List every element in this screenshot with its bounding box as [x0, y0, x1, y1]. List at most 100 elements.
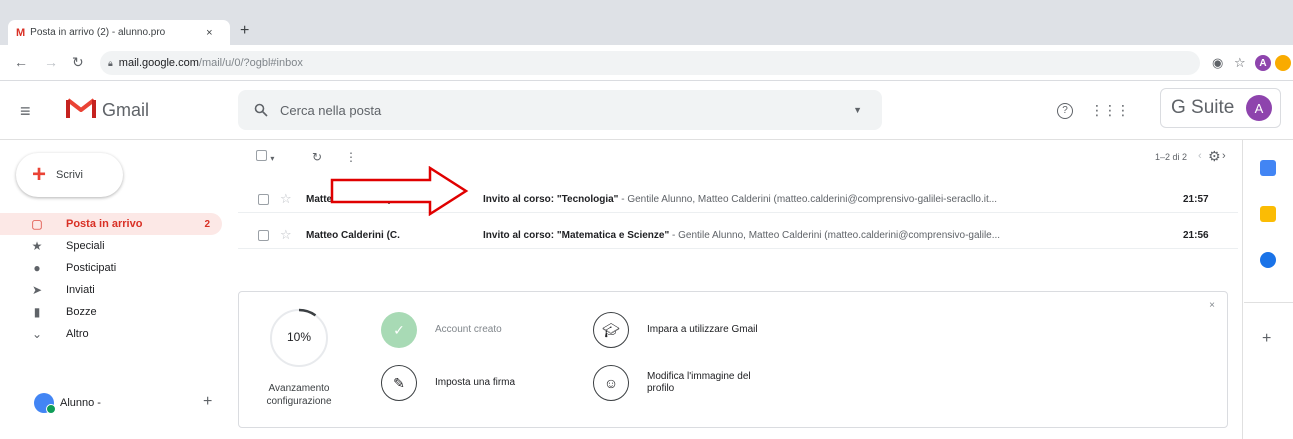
clock-icon: ●: [33, 261, 41, 275]
task-label: Modifica l'immagine del profilo: [647, 371, 751, 394]
tab-close-icon[interactable]: ×: [206, 27, 212, 39]
search-bar[interactable]: Cerca nella posta ▼: [238, 90, 882, 130]
lock-icon: 🔒︎: [108, 57, 113, 68]
compose-button[interactable]: + Scrivi: [16, 153, 123, 197]
task-learn-gmail[interactable]: 🎓︎ Impara a utilizzare Gmail: [593, 312, 777, 348]
apps-grid-icon[interactable]: ⋮⋮⋮: [1090, 102, 1130, 119]
send-icon: ➤: [31, 283, 43, 297]
row-star-icon[interactable]: ☆: [280, 227, 292, 243]
user-avatar: [34, 393, 56, 414]
email-snippet: - Gentile Alunno, Matteo Calderini (matt…: [669, 230, 1001, 241]
new-tab-button[interactable]: +: [240, 22, 249, 40]
tab-title: Posta in arrivo (2) - alunno.pro: [30, 27, 166, 38]
search-icon[interactable]: [254, 103, 268, 117]
pencil-icon: ✎: [381, 365, 417, 401]
chevron-down-icon: ⌄: [31, 327, 43, 341]
sidebar-item-label: Inviati: [66, 284, 95, 296]
compose-label: Scrivi: [56, 169, 83, 181]
user-label: Alunno -: [60, 397, 101, 409]
settings-icon[interactable]: ⚙: [1208, 148, 1221, 165]
pagination-text: 1–2 di 2: [1155, 152, 1188, 162]
progress-label: Avanzamento configurazione: [266, 383, 332, 407]
draft-icon: ▮: [33, 305, 41, 319]
sidebar-item-label: Altro: [66, 328, 89, 340]
more-options-icon[interactable]: ⋮: [345, 150, 357, 164]
sidebar-item-label: Posticipati: [66, 262, 117, 274]
calendar-icon[interactable]: [1260, 160, 1276, 176]
search-input[interactable]: Cerca nella posta: [280, 103, 381, 118]
task-set-signature[interactable]: ✎ Imposta una firma: [381, 365, 565, 401]
sidebar-item-inbox[interactable]: ▢ Posta in arrivo 2: [0, 213, 222, 235]
sidebar-item-snoozed[interactable]: ● Posticipati: [0, 257, 230, 279]
keep-icon[interactable]: [1260, 206, 1276, 222]
gsuite-account-button[interactable]: G Suite A: [1160, 88, 1281, 128]
main-menu-icon[interactable]: ≡: [20, 101, 31, 122]
sidebar-item-sent[interactable]: ➤ Inviati: [0, 279, 230, 301]
sidebar-item-starred[interactable]: ★ Speciali: [0, 235, 230, 257]
gmail-favicon-icon: M: [16, 26, 26, 39]
email-time: 21:56: [1183, 230, 1209, 241]
browser-tab[interactable]: M Posta in arrivo (2) - alunno.pro ×: [8, 20, 230, 45]
email-row[interactable]: ☆ Matteo Calderini (C. Invito al corso: …: [238, 222, 1238, 249]
forward-icon[interactable]: →: [44, 54, 58, 70]
gmail-logo-icon[interactable]: [66, 96, 96, 120]
sidebar-item-drafts[interactable]: ▮ Bozze: [0, 301, 230, 323]
sidebar-item-more[interactable]: ⌄ Altro: [0, 323, 230, 345]
reload-icon[interactable]: ↻: [72, 54, 84, 71]
sidebar-item-label: Speciali: [66, 240, 105, 252]
email-subject-line: Invito al corso: "Matematica e Scienze" …: [483, 230, 1133, 241]
sidebar-item-label: Posta in arrivo: [66, 218, 143, 230]
compose-plus-icon: +: [32, 161, 47, 188]
task-change-profile-image[interactable]: ☺ Modifica l'immagine del profilo: [593, 365, 777, 401]
email-subject: Invito al corso: "Tecnologia": [483, 194, 619, 205]
eye-icon[interactable]: ◉: [1212, 55, 1223, 71]
graduation-cap-icon: 🎓︎: [593, 312, 629, 348]
close-card-icon[interactable]: ×: [1209, 300, 1215, 311]
annotation-arrow: [330, 166, 469, 216]
star-icon: ★: [31, 239, 43, 253]
task-label: Impara a utilizzare Gmail: [647, 324, 758, 335]
gsuite-label: G Suite: [1171, 97, 1235, 118]
url-host: mail.google.com: [118, 57, 199, 69]
back-icon[interactable]: ←: [14, 54, 28, 70]
progress-percent: 10%: [286, 330, 312, 344]
next-page-icon[interactable]: ›: [1222, 150, 1226, 162]
side-panel-divider: [1244, 302, 1293, 303]
search-options-icon[interactable]: ▼: [853, 105, 862, 115]
prev-page-icon[interactable]: ‹: [1198, 150, 1202, 162]
setup-progress-card: 10% Avanzamento configurazione × ✓ Accou…: [238, 291, 1228, 428]
add-contact-button[interactable]: +: [203, 393, 212, 411]
app-name[interactable]: Gmail: [102, 100, 149, 121]
hangouts-user[interactable]: Alunno -: [34, 393, 101, 414]
add-addon-icon[interactable]: +: [1262, 330, 1271, 348]
profile-avatar[interactable]: A: [1255, 55, 1271, 71]
select-all-checkbox[interactable]: ▾: [256, 150, 274, 164]
row-star-icon[interactable]: ☆: [280, 191, 292, 207]
refresh-icon[interactable]: ↻: [312, 150, 322, 164]
email-sender: Matteo Calderini (C.: [306, 230, 400, 241]
task-account-created: ✓ Account creato: [381, 312, 565, 348]
gmail-header: ≡ Gmail Cerca nella posta ▼ ? ⋮⋮⋮ G Suit…: [0, 82, 1293, 140]
email-subject-line: Invito al corso: "Tecnologia" - Gentile …: [483, 194, 1133, 205]
check-icon: ✓: [381, 312, 417, 348]
task-label: Account creato: [435, 324, 502, 335]
row-checkbox[interactable]: [258, 230, 269, 241]
help-icon[interactable]: ?: [1057, 103, 1073, 119]
bookmark-star-icon[interactable]: ☆: [1234, 55, 1246, 71]
account-circle-icon: ☺: [593, 365, 629, 401]
browser-tab-strip: M Posta in arrivo (2) - alunno.pro × +: [0, 0, 1293, 45]
email-snippet: - Gentile Alunno, Matteo Calderini (matt…: [618, 194, 998, 205]
address-bar[interactable]: 🔒︎ mail.google.com /mail/u/0/?ogbl#inbox: [100, 51, 1200, 75]
row-checkbox[interactable]: [258, 194, 269, 205]
sidebar-item-label: Bozze: [66, 306, 97, 318]
email-subject: Invito al corso: "Matematica e Scienze": [483, 230, 670, 241]
inbox-icon: ▢: [31, 217, 43, 231]
tasks-icon[interactable]: [1260, 252, 1276, 268]
url-path: /mail/u/0/?ogbl#inbox: [198, 57, 303, 69]
account-avatar[interactable]: A: [1246, 95, 1272, 121]
side-panel: +: [1242, 140, 1293, 439]
email-time: 21:57: [1183, 194, 1209, 205]
update-icon[interactable]: [1275, 55, 1291, 71]
browser-toolbar: ← → ↻ 🔒︎ mail.google.com /mail/u/0/?ogbl…: [0, 45, 1293, 81]
unread-count: 2: [204, 218, 210, 230]
